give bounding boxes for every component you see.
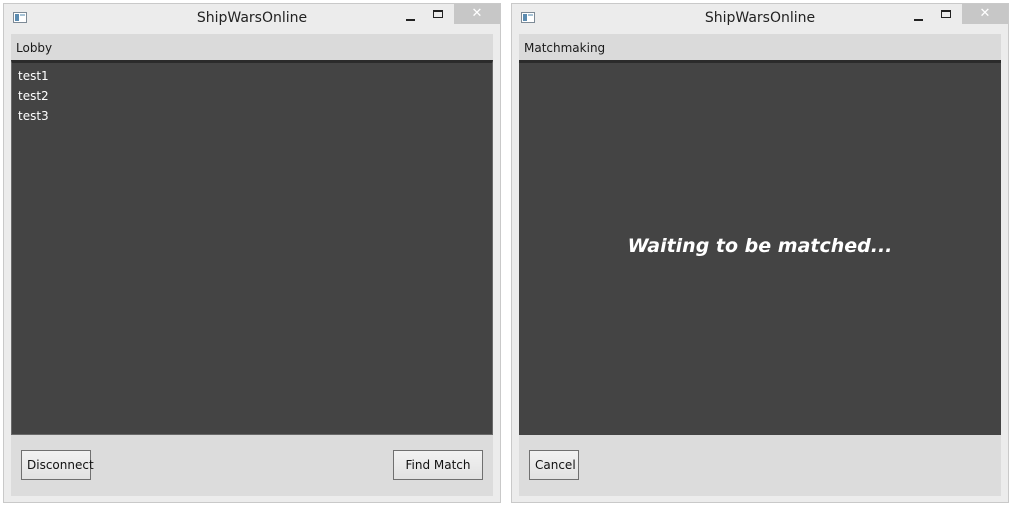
title-bar[interactable]: ShipWarsOnline ✕ bbox=[4, 4, 500, 34]
maximize-icon[interactable] bbox=[941, 10, 951, 18]
window-title: ShipWarsOnline bbox=[704, 10, 816, 26]
cancel-button[interactable]: Cancel bbox=[529, 450, 579, 480]
disconnect-button[interactable]: Disconnect bbox=[21, 450, 94, 480]
title-bar[interactable]: ShipWarsOnline ✕ bbox=[512, 4, 1008, 34]
list-item[interactable]: test3 bbox=[18, 106, 492, 126]
maximize-icon[interactable] bbox=[433, 10, 443, 18]
panel-header: Matchmaking bbox=[519, 34, 1001, 60]
find-match-button[interactable]: Find Match bbox=[393, 450, 483, 480]
list-item[interactable]: test1 bbox=[18, 66, 492, 86]
minimize-icon[interactable] bbox=[406, 19, 415, 21]
lobby-list-panel: test1 test2 test3 bbox=[11, 60, 493, 435]
panel-header: Lobby bbox=[11, 34, 493, 60]
matchmaking-window: ShipWarsOnline ✕ Matchmaking Waiting to … bbox=[511, 3, 1009, 503]
minimize-icon[interactable] bbox=[914, 19, 923, 21]
button-bar: Cancel bbox=[519, 435, 1001, 496]
panel-title: Matchmaking bbox=[524, 41, 606, 55]
matchmaking-panel: Waiting to be matched... bbox=[519, 60, 1001, 435]
close-icon[interactable]: ✕ bbox=[962, 4, 1008, 24]
panel-title: Lobby bbox=[16, 41, 53, 55]
list-item[interactable]: test2 bbox=[18, 86, 492, 106]
lobby-player-list: test1 test2 test3 bbox=[12, 63, 492, 126]
window-title: ShipWarsOnline bbox=[196, 10, 308, 26]
status-message: Waiting to be matched... bbox=[627, 235, 893, 257]
close-icon[interactable]: ✕ bbox=[454, 4, 500, 24]
button-bar: Disconnect Find Match bbox=[11, 435, 493, 496]
lobby-window: ShipWarsOnline ✕ Lobby test1 test2 test3… bbox=[3, 3, 501, 503]
